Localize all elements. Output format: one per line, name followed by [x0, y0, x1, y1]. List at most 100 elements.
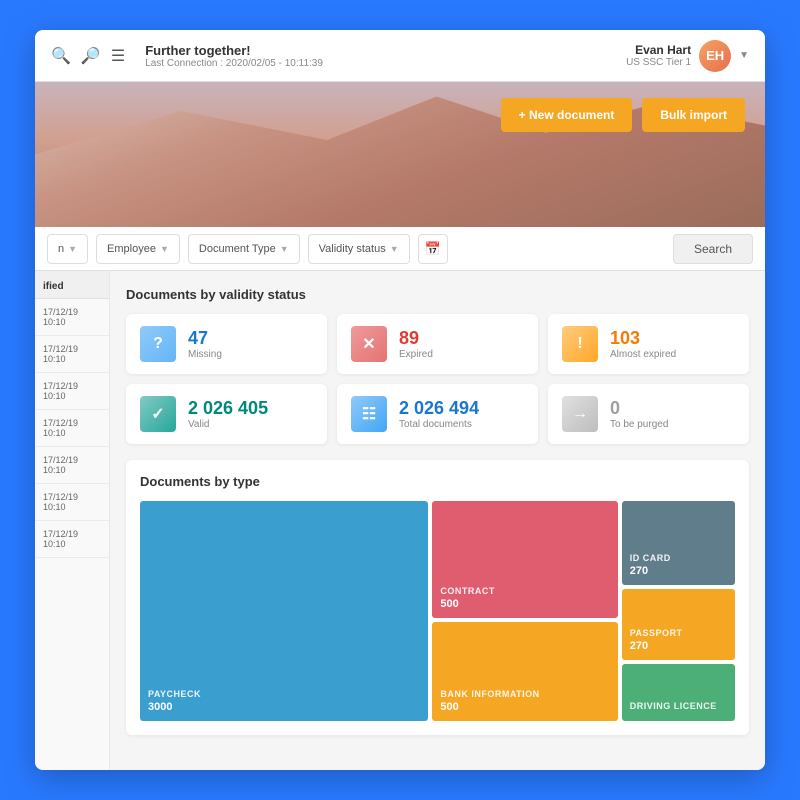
stat-card-almost-expired[interactable]: ! 103 Almost expired [548, 314, 749, 374]
treemap-col-2: CONTRACT 500 BANK INFORMATION 500 [432, 501, 617, 721]
filter-bar: n ▼ Employee ▼ Document Type ▼ Validity … [35, 227, 765, 271]
doctype-section-title: Documents by type [140, 474, 735, 489]
validity-grid: ? 47 Missing ✕ 89 Expired ! [126, 314, 749, 444]
valid-label: Valid [188, 419, 268, 430]
list-item[interactable]: 17/12/19 10:10 [35, 447, 109, 484]
contract-value: 500 [440, 598, 609, 610]
expired-icon: ✕ [351, 326, 387, 362]
bank-info-label: BANK INFORMATION [440, 689, 609, 699]
missing-icon: ? [140, 326, 176, 362]
driving-label: DRIVING LICENCE [630, 701, 727, 711]
chevron-down-icon: ▼ [739, 50, 749, 61]
validity-label: Validity status [319, 243, 386, 255]
expired-count: 89 [399, 329, 433, 347]
bulk-import-button[interactable]: Bulk import [642, 98, 745, 132]
new-document-button[interactable]: + New document [501, 98, 633, 132]
treemap-passport[interactable]: PASSPORT 270 [622, 589, 735, 660]
dashboard: Documents by validity status ? 47 Missin… [110, 271, 765, 770]
stat-card-purged[interactable]: → 0 To be purged [548, 384, 749, 444]
search-button[interactable]: Search [673, 234, 753, 264]
bank-info-value: 500 [440, 701, 609, 713]
chevron-down-icon: ▼ [280, 244, 289, 254]
app-window: 🔍 🔎 ☰ Further together! Last Connection … [35, 30, 765, 770]
stat-info-total: 2 026 494 Total documents [399, 399, 479, 430]
hero-banner: + New document Bulk import [35, 82, 765, 227]
total-count: 2 026 494 [399, 399, 479, 417]
almost-expired-count: 103 [610, 329, 676, 347]
missing-count: 47 [188, 329, 222, 347]
list-item[interactable]: 17/12/19 10:10 [35, 299, 109, 336]
user-role: US SSC Tier 1 [626, 57, 691, 68]
filter-select-1[interactable]: n ▼ [47, 234, 88, 264]
total-label: Total documents [399, 419, 479, 430]
treemap: PAYCHECK 3000 CONTRACT 500 BANK INFORMAT… [140, 501, 735, 721]
date-picker-icon[interactable]: 📅 [418, 234, 448, 264]
top-bar: 🔍 🔎 ☰ Further together! Last Connection … [35, 30, 765, 82]
stat-info-purged: 0 To be purged [610, 399, 668, 430]
almost-expired-label: Almost expired [610, 349, 676, 360]
stat-info-valid: 2 026 405 Valid [188, 399, 268, 430]
list-item[interactable]: 17/12/19 10:10 [35, 373, 109, 410]
treemap-col-1: PAYCHECK 3000 [140, 501, 428, 721]
main-content: ified 17/12/19 10:10 17/12/19 10:10 17/1… [35, 271, 765, 770]
chevron-down-icon: ▼ [160, 244, 169, 254]
stat-info-missing: 47 Missing [188, 329, 222, 360]
user-info-area[interactable]: Evan Hart US SSC Tier 1 EH ▼ [626, 40, 749, 72]
chevron-down-icon: ▼ [68, 244, 77, 254]
employee-label: Employee [107, 243, 156, 255]
total-icon: ☷ [351, 396, 387, 432]
treemap-driving[interactable]: DRIVING LICENCE [622, 664, 735, 721]
stat-card-valid[interactable]: ✓ 2 026 405 Valid [126, 384, 327, 444]
stat-info-almost-expired: 103 Almost expired [610, 329, 676, 360]
stat-card-total[interactable]: ☷ 2 026 494 Total documents [337, 384, 538, 444]
treemap-paycheck[interactable]: PAYCHECK 3000 [140, 501, 428, 721]
top-bar-title: Further together! Last Connection : 2020… [145, 43, 626, 69]
valid-icon: ✓ [140, 396, 176, 432]
id-card-label: ID CARD [630, 553, 727, 563]
user-info: Evan Hart US SSC Tier 1 [626, 43, 691, 68]
passport-value: 270 [630, 640, 727, 652]
treemap-contract[interactable]: CONTRACT 500 [432, 501, 617, 618]
list-item[interactable]: 17/12/19 10:10 [35, 484, 109, 521]
validity-section-title: Documents by validity status [126, 287, 749, 302]
employee-filter[interactable]: Employee ▼ [96, 234, 180, 264]
purged-label: To be purged [610, 419, 668, 430]
app-title: Further together! [145, 43, 626, 58]
avatar: EH [699, 40, 731, 72]
last-connection: Last Connection : 2020/02/05 - 10:11:39 [145, 58, 626, 69]
doc-type-label: Document Type [199, 243, 276, 255]
zoom-icon[interactable]: 🔎 [81, 46, 101, 66]
stat-card-expired[interactable]: ✕ 89 Expired [337, 314, 538, 374]
purged-icon: → [562, 396, 598, 432]
missing-label: Missing [188, 349, 222, 360]
hero-actions: + New document Bulk import [501, 98, 745, 132]
list-item[interactable]: 17/12/19 10:10 [35, 521, 109, 558]
treemap-id-card[interactable]: ID CARD 270 [622, 501, 735, 585]
validity-filter[interactable]: Validity status ▼ [308, 234, 410, 264]
menu-icon[interactable]: ☰ [111, 46, 125, 66]
stat-card-missing[interactable]: ? 47 Missing [126, 314, 327, 374]
expired-label: Expired [399, 349, 433, 360]
list-item[interactable]: 17/12/19 10:10 [35, 410, 109, 447]
sidebar-list: ified 17/12/19 10:10 17/12/19 10:10 17/1… [35, 271, 110, 770]
almost-expired-icon: ! [562, 326, 598, 362]
treemap-col-3: ID CARD 270 PASSPORT 270 DRIVING LICENCE [622, 501, 735, 721]
search-icon[interactable]: 🔍 [51, 46, 71, 66]
doc-type-filter[interactable]: Document Type ▼ [188, 234, 300, 264]
id-card-value: 270 [630, 565, 727, 577]
paycheck-value: 3000 [148, 701, 420, 713]
passport-label: PASSPORT [630, 628, 727, 638]
contract-label: CONTRACT [440, 586, 609, 596]
list-item[interactable]: 17/12/19 10:10 [35, 336, 109, 373]
treemap-bank-info[interactable]: BANK INFORMATION 500 [432, 622, 617, 721]
doctype-section: Documents by type PAYCHECK 3000 CONTRACT [126, 460, 749, 735]
user-name: Evan Hart [626, 43, 691, 57]
stat-info-expired: 89 Expired [399, 329, 433, 360]
sidebar-header: ified [35, 271, 109, 299]
chevron-down-icon: ▼ [390, 244, 399, 254]
top-bar-icons: 🔍 🔎 ☰ [51, 46, 125, 66]
filter1-label: n [58, 243, 64, 255]
purged-count: 0 [610, 399, 668, 417]
paycheck-label: PAYCHECK [148, 689, 420, 699]
valid-count: 2 026 405 [188, 399, 268, 417]
